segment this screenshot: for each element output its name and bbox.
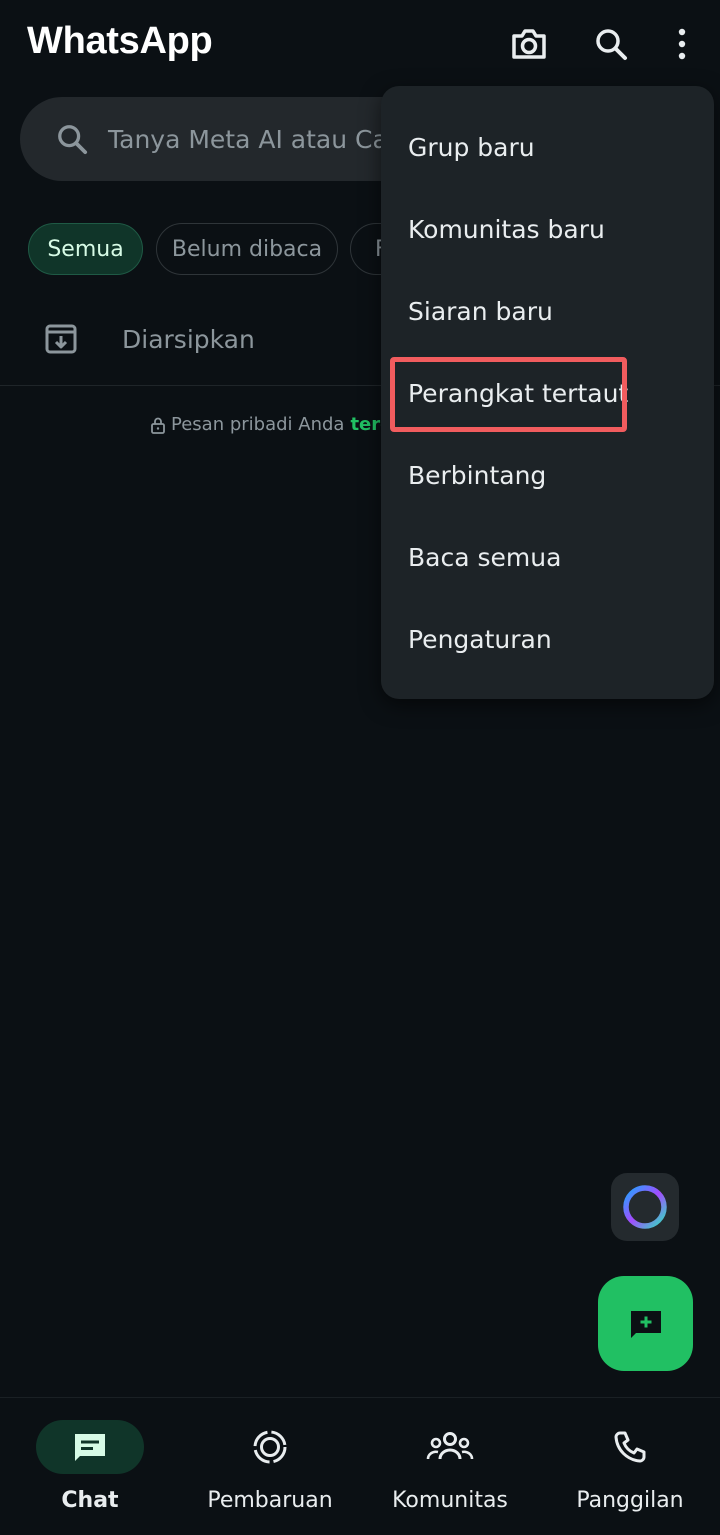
app-title: WhatsApp <box>27 20 213 62</box>
search-bar[interactable]: Tanya Meta AI atau Car <box>20 97 440 181</box>
communities-icon <box>426 1432 474 1460</box>
nav-icon-wrap <box>216 1420 324 1474</box>
more-options-button[interactable] <box>660 22 704 66</box>
new-chat-icon <box>630 1310 661 1338</box>
archived-row[interactable]: Diarsipkan <box>44 322 255 356</box>
bottom-navigation: Chat Pembaruan Komunitas Panggilan <box>0 1397 720 1535</box>
menu-item-linked-devices[interactable]: Perangkat tertaut <box>408 363 628 423</box>
nav-label: Pembaruan <box>207 1488 333 1513</box>
filter-chip-unread[interactable]: Belum dibaca <box>156 223 338 275</box>
camera-icon <box>512 29 546 59</box>
search-button[interactable] <box>589 22 633 66</box>
archive-icon <box>45 324 77 354</box>
filter-chip-all[interactable]: Semua <box>28 223 143 275</box>
new-chat-button[interactable] <box>598 1276 693 1371</box>
meta-ai-button[interactable] <box>611 1173 679 1241</box>
lock-icon <box>151 417 165 434</box>
nav-icon-wrap <box>576 1420 684 1474</box>
nav-label: Chat <box>61 1488 119 1513</box>
menu-item-new-community[interactable]: Komunitas baru <box>408 199 605 259</box>
menu-item-read-all[interactable]: Baca semua <box>408 527 561 587</box>
search-icon <box>596 29 627 60</box>
menu-item-new-group[interactable]: Grup baru <box>408 117 535 177</box>
nav-item-calls[interactable]: Panggilan <box>540 1398 720 1535</box>
menu-item-new-broadcast[interactable]: Siaran baru <box>408 281 553 341</box>
more-vertical-icon <box>678 28 686 60</box>
phone-icon <box>614 1431 646 1463</box>
nav-icon-wrap <box>396 1420 504 1474</box>
encryption-notice: Pesan pribadi Anda terenl <box>150 414 411 435</box>
menu-item-starred[interactable]: Berbintang <box>408 445 546 505</box>
menu-item-settings[interactable]: Pengaturan <box>408 609 552 669</box>
updates-icon <box>253 1430 287 1464</box>
whatsapp-screen: WhatsApp Tanya Meta AI atau Car Semua Be… <box>0 0 720 1535</box>
camera-button[interactable] <box>507 22 551 66</box>
meta-ai-icon <box>623 1185 667 1229</box>
nav-item-chat[interactable]: Chat <box>0 1398 180 1535</box>
encryption-text: Pesan pribadi Anda <box>171 414 345 435</box>
overflow-menu: Grup baru Komunitas baru Siaran baru Per… <box>381 86 714 699</box>
search-placeholder: Tanya Meta AI atau Car <box>108 124 399 154</box>
chat-icon <box>75 1434 105 1461</box>
nav-item-updates[interactable]: Pembaruan <box>180 1398 360 1535</box>
nav-label: Panggilan <box>576 1488 684 1513</box>
nav-label: Komunitas <box>392 1488 508 1513</box>
filter-chip-label: Belum dibaca <box>171 236 323 262</box>
search-icon <box>58 125 88 155</box>
archived-label: Diarsipkan <box>122 324 255 354</box>
nav-icon-wrap <box>36 1420 144 1474</box>
nav-item-communities[interactable]: Komunitas <box>360 1398 540 1535</box>
filter-chip-label: Semua <box>47 236 124 262</box>
